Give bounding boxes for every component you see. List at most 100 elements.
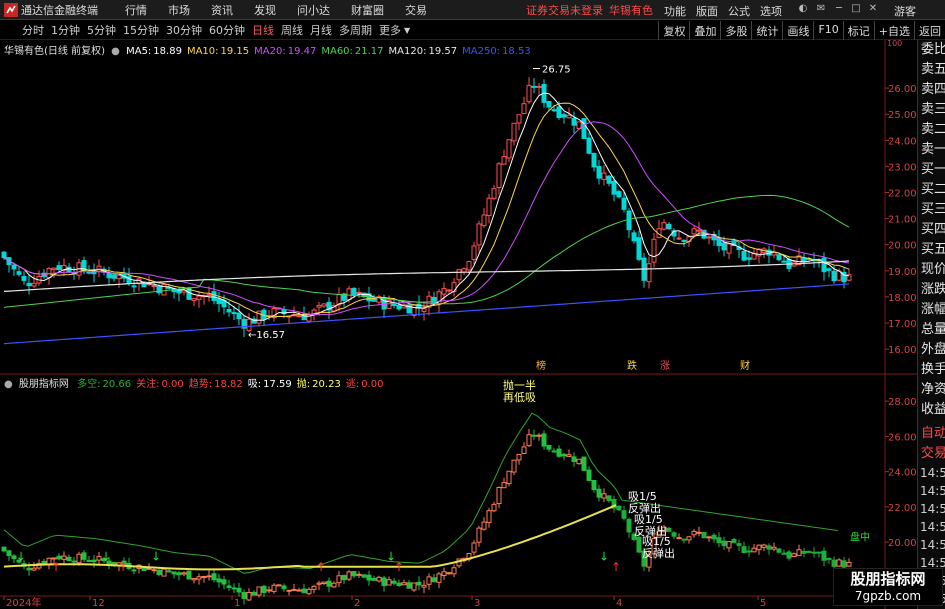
side-field-17[interactable]: 净资 [918,380,945,400]
main-legend: 华锡有色(日线 前复权) ● MA5: 18.89 MA10: 19.15 MA20: 1… [4,42,536,57]
tf-daily[interactable]: 日线 [252,22,274,38]
side-field-0[interactable]: 委比 [918,40,945,60]
tf-more[interactable]: 更多 [379,22,401,38]
tf-fenshi[interactable]: 分时 [22,22,44,38]
candle-body [681,239,687,242]
candle-body [201,576,207,579]
skin-icon[interactable]: ◐ [797,3,809,15]
side-field-3[interactable]: 卖三 [918,100,945,120]
tool-duogu[interactable]: 多股 [720,21,751,40]
signal-annotation: 反弹出 [642,546,675,560]
menu-banmian[interactable]: 版面 [696,3,718,19]
candle-body [596,165,602,179]
menu-gongneng[interactable]: 功能 [664,3,686,19]
side-field-9[interactable]: 买四 [918,220,945,240]
candle-body [361,574,367,578]
event-marker[interactable]: 涨 [660,360,670,372]
side-field-15[interactable]: 外盘 [918,340,945,360]
event-marker[interactable]: 跌 [627,359,637,372]
candle-body [26,567,32,571]
tool-zixuan[interactable]: +自选 [873,21,914,40]
tf-1min[interactable]: 1分钟 [51,22,80,38]
side-field-14[interactable]: 总量 [918,320,945,340]
menu-xuanxiang[interactable]: 选项 [760,3,782,19]
tf-15min[interactable]: 15分钟 [123,22,159,38]
candle-body [571,117,577,126]
side-trade-1[interactable]: 交易 [918,444,945,464]
side-field-11[interactable]: 现价 [918,260,945,280]
tick-time-1: 14:56 [920,484,945,498]
tool-biaoji[interactable]: 标记 [842,21,874,40]
side-field-12[interactable]: 涨跌 [918,280,945,300]
tool-f10[interactable]: F10 [813,21,842,40]
menu-caifuquan[interactable]: 财富圈 [351,2,384,18]
side-field-4[interactable]: 卖二 [918,120,945,140]
candle-body [521,446,527,455]
top-edge-label: 100 [887,40,902,48]
candle-body [271,584,277,592]
side-field-1[interactable]: 卖五 [918,60,945,80]
candle-body [16,271,22,275]
menu-jiaoyi[interactable]: 交易 [405,2,427,18]
menu-hangqing[interactable]: 行情 [125,2,147,18]
login-status[interactable]: 证券交易未登录 [526,2,603,18]
side-field-10[interactable]: 买五 [918,240,945,260]
app-logo-icon [4,2,18,17]
side-field-7[interactable]: 买二 [918,180,945,200]
menu-wenxiaoda[interactable]: 问小达 [297,2,330,18]
candle-body [181,572,187,575]
candle-body [626,518,632,533]
message-icon[interactable]: ✉ [815,3,827,15]
legend-toggle-icon[interactable]: ● [111,46,120,57]
candle-body [586,469,592,481]
candle-body [401,582,407,586]
candle-body [176,289,182,294]
candle-body [561,453,567,457]
x-axis-label: 5 [760,598,766,609]
indicator-label: 吸: [247,379,262,390]
event-marker[interactable]: 榜 [536,359,546,372]
tf-30min[interactable]: 30分钟 [166,22,202,38]
legend-toggle-icon[interactable]: ● [4,379,13,390]
guest-user[interactable]: 游客 [894,3,916,19]
minimize-icon[interactable]: ─ [833,3,845,15]
side-field-13[interactable]: 涨幅 [918,300,945,320]
tf-60min[interactable]: 60分钟 [209,22,245,38]
ma-value: 18.53 [502,46,531,57]
menu-faxian[interactable]: 发现 [254,2,276,18]
more-dropdown-icon[interactable]: ▼ [404,26,410,35]
tool-diejia[interactable]: 叠加 [689,21,720,40]
tool-fuquan[interactable]: 复权 [658,21,689,40]
tf-5min[interactable]: 5分钟 [87,22,116,38]
candle-body [171,571,177,575]
side-field-18[interactable]: 收益 [918,400,945,420]
side-trade-0[interactable]: 自动 [918,424,945,444]
candle-body [216,298,222,305]
tf-monthly[interactable]: 月线 [310,22,332,38]
tool-tongji[interactable]: 统计 [751,21,782,40]
candle-body [131,285,137,288]
tool-huaxian[interactable]: 画线 [782,21,813,40]
side-field-8[interactable]: 买三 [918,200,945,220]
side-field-2[interactable]: 卖四 [918,80,945,100]
candle-body [61,555,67,560]
candle-body [521,103,527,114]
tf-multi[interactable]: 多周期 [339,22,372,38]
side-field-6[interactable]: 买一 [918,160,945,180]
signal-annotation: 抛一半 [503,378,536,392]
close-icon[interactable]: ✕ [867,3,879,15]
menu-gongshi[interactable]: 公式 [728,3,750,19]
tf-weekly[interactable]: 周线 [281,22,303,38]
maximize-icon[interactable]: □ [850,3,862,15]
menu-shichang[interactable]: 市场 [168,2,190,18]
side-field-5[interactable]: 卖一 [918,140,945,160]
y-tick-indicator: 28.00 [888,397,917,408]
tool-fanhui[interactable]: 返回 [914,21,945,40]
charts-area[interactable]: 26.0025.0024.0023.0022.0021.0020.0019.00… [0,40,917,609]
candle-body [446,572,452,575]
x-axis-label: 2 [354,598,360,609]
candle-body [741,250,747,261]
event-marker[interactable]: 财 [740,359,750,372]
menu-zixun[interactable]: 资讯 [211,2,233,18]
side-field-16[interactable]: 换手 [918,360,945,380]
